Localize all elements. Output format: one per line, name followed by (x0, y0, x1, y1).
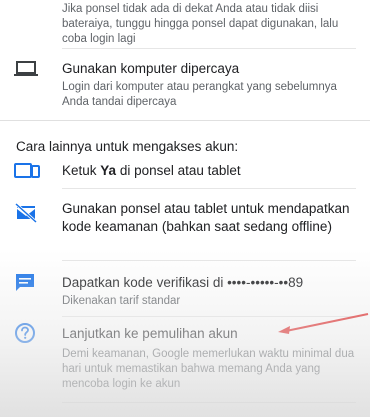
sms-icon (14, 272, 36, 297)
divider (62, 260, 356, 261)
option-trusted-computer[interactable]: Gunakan komputer dipercaya Login dari ko… (0, 56, 370, 108)
divider (62, 188, 356, 189)
laptop-icon (14, 61, 38, 82)
option-phone-unavailable[interactable]: Jika ponsel tidak ada di dekat Anda atau… (0, 0, 370, 46)
phone-tablet-icon (14, 163, 40, 184)
option-tap-yes[interactable]: Ketuk Ya di ponsel atau tablet (0, 160, 370, 188)
option-title: Gunakan komputer dipercaya (62, 61, 240, 76)
section-divider (0, 120, 370, 121)
option-sms-code[interactable]: Dapatkan kode verifikasi di ••••-•••••-•… (0, 270, 370, 310)
offline-phone-icon (14, 202, 38, 228)
title-prefix: Ketuk (62, 163, 101, 178)
option-description: Login dari komputer atau perangkat yang … (62, 81, 337, 108)
red-arrow-annotation (278, 313, 369, 334)
option-offline-code[interactable]: Gunakan ponsel atau tablet untuk mendapa… (0, 198, 370, 256)
divider (62, 48, 356, 49)
option-title: Dapatkan kode verifikasi di ••••-•••••-•… (62, 275, 304, 290)
option-title: Gunakan ponsel atau tablet untuk mendapa… (62, 201, 350, 234)
option-description: Demi keamanan, Google memerlukan waktu m… (62, 348, 355, 390)
section-label: Cara lainnya untuk mengakses akun: (16, 139, 239, 154)
divider (62, 402, 356, 403)
option-description: Dikenakan tarif standar (62, 295, 181, 307)
option-title: Ketuk Ya di ponsel atau tablet (62, 162, 356, 180)
title-bold: Ya (100, 163, 117, 178)
help-icon (14, 322, 36, 349)
title-suffix: di ponsel atau tablet (116, 163, 241, 178)
option-description: Jika ponsel tidak ada di dekat Anda atau… (62, 3, 339, 45)
